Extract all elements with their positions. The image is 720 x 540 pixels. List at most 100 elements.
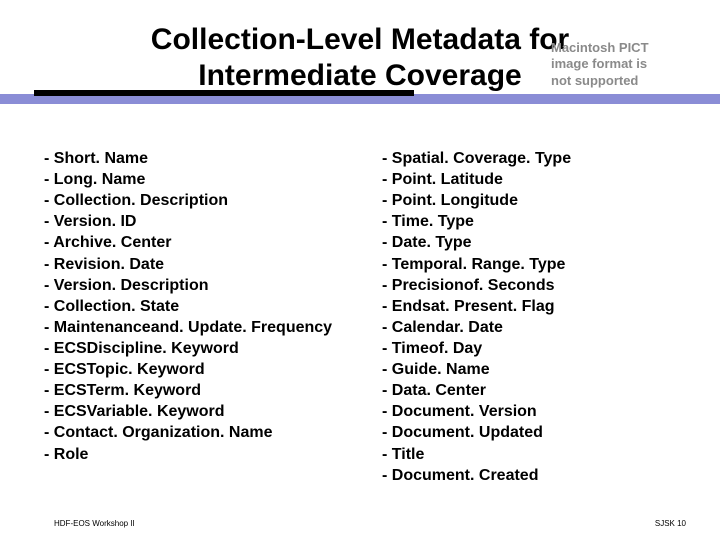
bullet: - xyxy=(382,424,392,441)
list-item-label: Endsat. Present. Flag xyxy=(392,298,555,315)
list-item: - Collection. State xyxy=(44,296,374,317)
bullet: - xyxy=(382,446,392,463)
bullet: - xyxy=(44,277,54,294)
list-item: - Version. Description xyxy=(44,275,374,296)
list-item-label: Title xyxy=(392,446,425,463)
bullet: - xyxy=(382,382,392,399)
list-item: - Data. Center xyxy=(382,380,652,401)
list-item-label: Document. Created xyxy=(392,467,539,484)
list-item-label: Data. Center xyxy=(392,382,486,399)
list-item-label: Point. Latitude xyxy=(392,171,503,188)
bullet: - xyxy=(44,298,54,315)
pict-line-3: not supported xyxy=(551,73,686,89)
bullet: - xyxy=(44,150,54,167)
bullet: - xyxy=(382,234,392,251)
bullet: - xyxy=(382,171,392,188)
bullet: - xyxy=(44,256,54,273)
bullet: - xyxy=(382,192,392,209)
list-item-label: Timeof. Day xyxy=(392,340,482,357)
list-item: - ECSVariable. Keyword xyxy=(44,401,374,422)
list-item: - Calendar. Date xyxy=(382,317,652,338)
bullet: - xyxy=(382,298,392,315)
bullet: - xyxy=(44,171,54,188)
list-item-label: Contact. Organization. Name xyxy=(54,424,273,441)
list-item-label: Temporal. Range. Type xyxy=(392,256,566,273)
list-item: - Spatial. Coverage. Type xyxy=(382,148,652,169)
title-area: Collection-Level Metadata for Intermedia… xyxy=(34,22,686,94)
list-item: - Revision. Date xyxy=(44,254,374,275)
list-item: - Contact. Organization. Name xyxy=(44,422,374,443)
list-item-label: ECSTopic. Keyword xyxy=(54,361,205,378)
list-item: - Version. ID xyxy=(44,211,374,232)
footer: HDF-EOS Workshop II SJSK 10 xyxy=(54,519,686,528)
list-col-right: - Spatial. Coverage. Type- Point. Latitu… xyxy=(382,148,652,486)
pict-placeholder: Macintosh PICT image format is not suppo… xyxy=(551,40,686,89)
bullet: - xyxy=(44,234,53,251)
bullet: - xyxy=(382,467,392,484)
list-item: - Endsat. Present. Flag xyxy=(382,296,652,317)
list-item-label: Short. Name xyxy=(54,150,148,167)
list-item-label: Precisionof. Seconds xyxy=(392,277,555,294)
list-item: - ECSTopic. Keyword xyxy=(44,359,374,380)
title-underline xyxy=(34,90,414,96)
list-item-label: Archive. Center xyxy=(53,234,171,251)
list-item: - Precisionof. Seconds xyxy=(382,275,652,296)
list-item: - Long. Name xyxy=(44,169,374,190)
list-item-label: Maintenanceand. Update. Frequency xyxy=(54,319,332,336)
pict-line-2: image format is xyxy=(551,56,686,72)
bullet: - xyxy=(382,340,392,357)
bullet: - xyxy=(44,446,54,463)
list-item: - Archive. Center xyxy=(44,232,374,253)
bullet: - xyxy=(44,319,54,336)
list-item: - Timeof. Day xyxy=(382,338,652,359)
list-item: - Title xyxy=(382,444,652,465)
content-body: - Short. Name- Long. Name- Collection. D… xyxy=(34,148,686,486)
bullet: - xyxy=(44,382,54,399)
list-item-label: Date. Type xyxy=(392,234,472,251)
list-item-label: Collection. Description xyxy=(54,192,228,209)
bullet: - xyxy=(382,319,392,336)
footer-left: HDF-EOS Workshop II xyxy=(54,519,135,528)
list-item-label: Guide. Name xyxy=(392,361,490,378)
list-item: - Document. Updated xyxy=(382,422,652,443)
list-item-label: Calendar. Date xyxy=(392,319,503,336)
list-item: - Temporal. Range. Type xyxy=(382,254,652,275)
bullet: - xyxy=(382,361,392,378)
list-item: - Document. Created xyxy=(382,465,652,486)
list-item: - ECSDiscipline. Keyword xyxy=(44,338,374,359)
list-item-label: Document. Updated xyxy=(392,424,543,441)
page-title: Collection-Level Metadata for Intermedia… xyxy=(110,22,610,94)
list-item-label: Version. ID xyxy=(54,213,137,230)
list-item: - ECSTerm. Keyword xyxy=(44,380,374,401)
list-item-label: ECSDiscipline. Keyword xyxy=(54,340,239,357)
list-item-label: Document. Version xyxy=(392,403,537,420)
list-item-label: Version. Description xyxy=(54,277,209,294)
list-item: - Time. Type xyxy=(382,211,652,232)
bullet: - xyxy=(382,256,392,273)
bullet: - xyxy=(44,361,54,378)
footer-right: SJSK 10 xyxy=(655,519,686,528)
list-col-left: - Short. Name- Long. Name- Collection. D… xyxy=(44,148,374,486)
list-item-label: Spatial. Coverage. Type xyxy=(392,150,571,167)
list-item-label: Revision. Date xyxy=(54,256,164,273)
list-item: - Point. Longitude xyxy=(382,190,652,211)
slide: Collection-Level Metadata for Intermedia… xyxy=(0,0,720,540)
list-item: - Date. Type xyxy=(382,232,652,253)
list-item-label: Time. Type xyxy=(392,213,474,230)
list-item-label: Role xyxy=(54,446,89,463)
list-item: - Document. Version xyxy=(382,401,652,422)
bullet: - xyxy=(44,213,54,230)
bullet: - xyxy=(382,277,392,294)
bullet: - xyxy=(44,403,54,420)
list-item-label: Collection. State xyxy=(54,298,179,315)
bullet: - xyxy=(44,192,54,209)
bullet: - xyxy=(382,213,392,230)
list-item: - Point. Latitude xyxy=(382,169,652,190)
list-item-label: Point. Longitude xyxy=(392,192,518,209)
list-item: - Short. Name xyxy=(44,148,374,169)
bullet: - xyxy=(382,150,392,167)
list-item-label: ECSVariable. Keyword xyxy=(54,403,225,420)
list-item: - Role xyxy=(44,444,374,465)
list-item: - Guide. Name xyxy=(382,359,652,380)
bullet: - xyxy=(44,340,54,357)
